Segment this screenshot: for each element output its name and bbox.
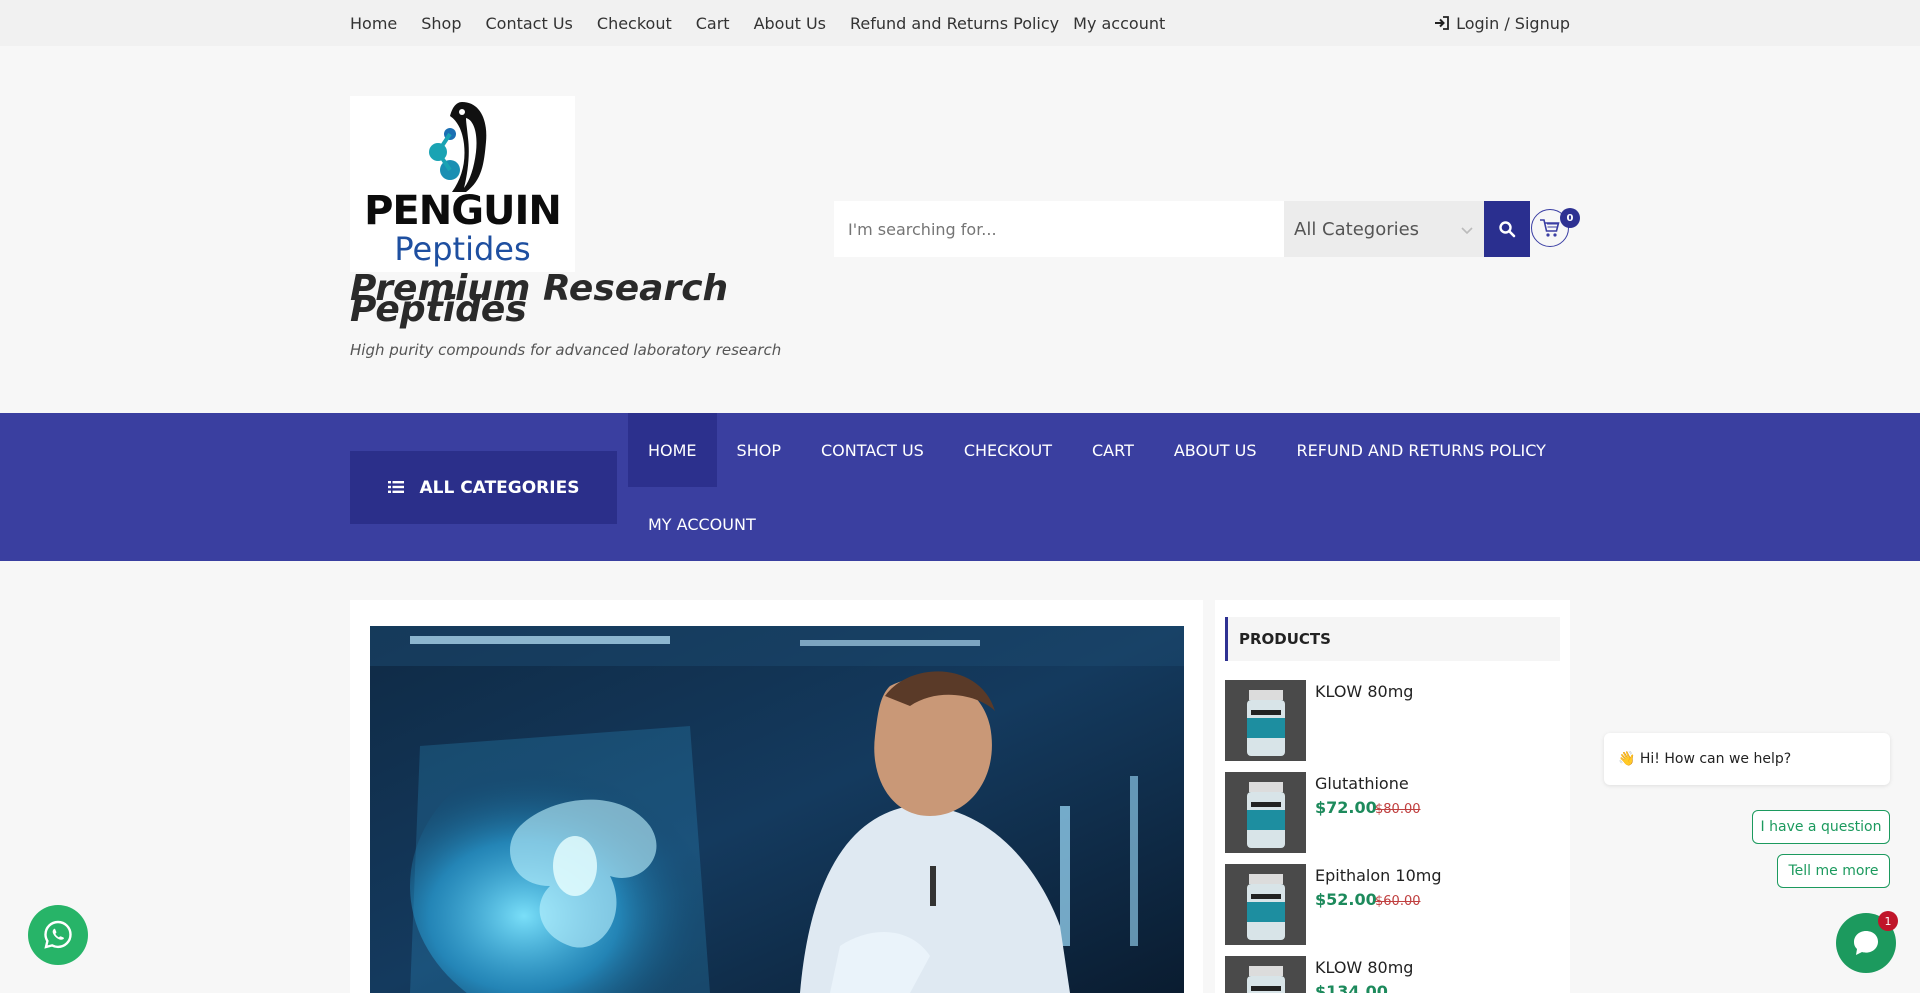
site-tagline: High purity compounds for advanced labor… xyxy=(350,341,782,359)
cart-button[interactable]: 0 xyxy=(1531,208,1580,247)
product-name[interactable]: Epithalon 10mg xyxy=(1315,866,1442,885)
product-price: $52.00 xyxy=(1315,890,1377,909)
product-price: $72.00 xyxy=(1315,798,1377,817)
list-icon xyxy=(387,478,404,498)
products-sidebar: PRODUCTS KLOW 80mg Glutathione $72.00 $8… xyxy=(1215,600,1570,993)
all-categories-label: ALL CATEGORIES xyxy=(419,477,580,498)
nav-checkout[interactable]: CHECKOUT xyxy=(944,413,1072,487)
chat-launcher-button[interactable]: 1 xyxy=(1836,911,1898,973)
top-nav-shop[interactable]: Shop xyxy=(421,14,461,33)
search-icon xyxy=(1499,221,1516,238)
logo-text-peptides: Peptides xyxy=(394,230,531,268)
main-nav: ALL CATEGORIES HOME SHOP CONTACT US CHEC… xyxy=(0,413,1920,561)
login-label: Login / Signup xyxy=(1456,13,1570,33)
top-nav-home[interactable]: Home xyxy=(350,14,397,33)
whatsapp-button[interactable] xyxy=(28,905,88,965)
logo-text-penguin: PENGUIN xyxy=(364,188,562,234)
chat-option-question[interactable]: I have a question xyxy=(1752,810,1890,844)
search-button[interactable] xyxy=(1484,201,1530,257)
product-thumbnail[interactable] xyxy=(1225,864,1306,945)
nav-contact-us[interactable]: CONTACT US xyxy=(801,413,944,487)
top-nav-account[interactable]: My account xyxy=(1073,14,1165,33)
product-name[interactable]: KLOW 80mg xyxy=(1315,682,1413,701)
list-item[interactable]: KLOW 80mg $134.00 xyxy=(1225,956,1560,993)
chat-unread-badge: 1 xyxy=(1878,911,1898,931)
chat-icon xyxy=(1854,931,1878,955)
product-price: $134.00 xyxy=(1315,982,1388,993)
cart-icon xyxy=(1540,219,1560,237)
nav-home[interactable]: HOME xyxy=(628,413,717,487)
whatsapp-icon xyxy=(44,920,72,949)
product-old-price: $80.00 xyxy=(1375,802,1421,817)
product-name[interactable]: Glutathione xyxy=(1315,774,1409,793)
chevron-down-icon xyxy=(1460,219,1474,240)
site-logo[interactable]: PENGUIN Peptides xyxy=(350,96,575,272)
product-name[interactable]: KLOW 80mg xyxy=(1315,958,1413,977)
chat-greeting: 👋 Hi! How can we help? xyxy=(1604,733,1890,785)
site-title[interactable]: Premium Research Peptides xyxy=(350,271,770,328)
hero-image xyxy=(370,626,1184,993)
chat-option-tell-more[interactable]: Tell me more xyxy=(1777,854,1890,888)
top-bar: Home Shop Contact Us Checkout Cart About… xyxy=(0,0,1920,46)
list-item[interactable]: Epithalon 10mg $52.00 $60.00 xyxy=(1225,864,1560,946)
top-nav-refund[interactable]: Refund and Returns Policy xyxy=(850,14,1059,33)
nav-cart[interactable]: CART xyxy=(1072,413,1154,487)
main-content xyxy=(350,600,1203,993)
login-link[interactable]: Login / Signup xyxy=(1434,0,1570,46)
nav-about-us[interactable]: ABOUT US xyxy=(1154,413,1277,487)
top-nav-cart[interactable]: Cart xyxy=(696,14,730,33)
top-nav-about[interactable]: About Us xyxy=(754,14,826,33)
category-select-value: All Categories xyxy=(1294,218,1420,240)
category-select[interactable]: All Categories xyxy=(1284,201,1484,257)
top-nav-contact[interactable]: Contact Us xyxy=(486,14,573,33)
nav-shop[interactable]: SHOP xyxy=(717,413,801,487)
products-heading: PRODUCTS xyxy=(1225,617,1560,661)
list-item[interactable]: KLOW 80mg xyxy=(1225,680,1560,762)
main-nav-items: HOME SHOP CONTACT US CHECKOUT CART ABOUT… xyxy=(628,413,1568,561)
nav-my-account[interactable]: MY ACCOUNT xyxy=(628,487,776,561)
list-item[interactable]: Glutathione $72.00 $80.00 xyxy=(1225,772,1560,854)
penguin-logo-icon xyxy=(429,102,487,192)
search-bar: All Categories xyxy=(834,201,1530,257)
nav-refund-policy[interactable]: REFUND AND RETURNS POLICY xyxy=(1277,413,1566,487)
top-nav: Home Shop Contact Us Checkout Cart About… xyxy=(350,0,1189,46)
product-old-price: $60.00 xyxy=(1375,894,1421,909)
all-categories-button[interactable]: ALL CATEGORIES xyxy=(350,451,617,524)
product-thumbnail[interactable] xyxy=(1225,680,1306,761)
cart-count-badge: 0 xyxy=(1560,208,1580,228)
product-thumbnail[interactable] xyxy=(1225,772,1306,853)
top-nav-checkout[interactable]: Checkout xyxy=(597,14,672,33)
search-input[interactable] xyxy=(834,201,1284,257)
sign-in-icon xyxy=(1434,15,1450,31)
product-thumbnail[interactable] xyxy=(1225,956,1306,993)
